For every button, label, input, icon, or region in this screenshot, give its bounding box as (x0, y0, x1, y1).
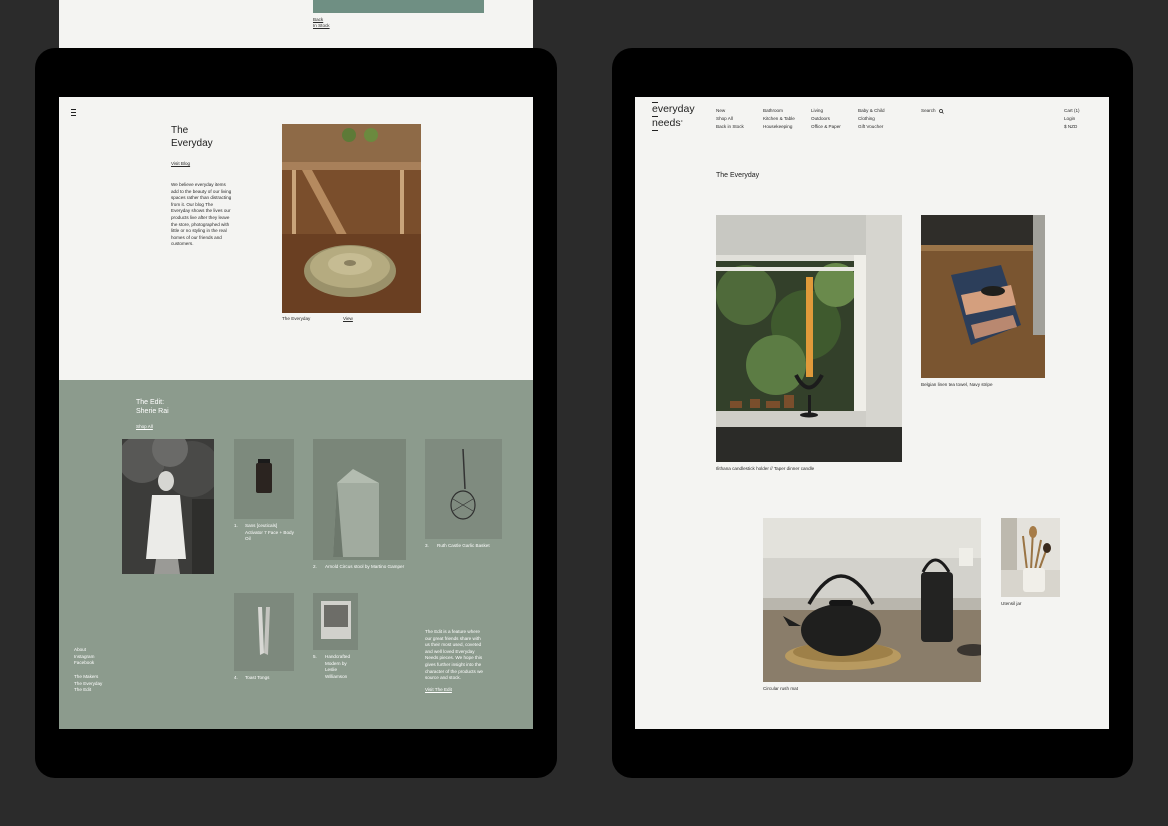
tablet-screen-left: The Everyday Visit Blog We believe every… (59, 97, 533, 729)
photo-teapot-rush-mat[interactable] (763, 518, 981, 682)
in-stock-link[interactable]: In Stock (313, 23, 330, 30)
account-links: Cart (1) Login $ NZD (1064, 107, 1080, 132)
visit-blog-link[interactable]: Visit Blog (171, 161, 190, 168)
nav-link-new[interactable]: New (716, 107, 744, 115)
nav-link-clothing[interactable]: Clothing (858, 115, 885, 123)
footer-link-about[interactable]: About (74, 647, 94, 654)
page-title: The Everyday (716, 172, 760, 179)
visit-edit-link[interactable]: Visit The Edit (425, 687, 452, 694)
product-name-tongs[interactable]: Toast Tongs (245, 675, 269, 682)
background-page-top: Back In Stock (59, 0, 533, 48)
product-number: 1. (234, 523, 238, 528)
currency-selector[interactable]: $ NZD (1064, 123, 1080, 131)
search-label: Search (921, 108, 936, 113)
search-button[interactable]: Search (921, 107, 944, 115)
login-link[interactable]: Login (1064, 115, 1080, 123)
caption-rush-mat: Circular rush mat (763, 686, 798, 691)
product-name-stool[interactable]: Arnold Circus stool by Martino Gamper (325, 564, 404, 571)
edit-paragraph: The Edit is a feature where our great fr… (425, 629, 483, 681)
tablet-screen-right: everyday needs° New Shop All Back in Sto… (635, 97, 1109, 729)
footer-link-everyday[interactable]: The Everyday (74, 681, 102, 688)
portrait-photo (122, 439, 214, 574)
nav-column-shop: New Shop All Back in Stock (716, 107, 744, 132)
edit-title: The Edit: Sherie Rai (136, 399, 169, 415)
product-name-book[interactable]: Handcrafted Modern by Leslie Williamson (325, 654, 350, 680)
nav-column-other: Baby & Child Clothing Gift Voucher (858, 107, 885, 132)
nav-link-gift-voucher[interactable]: Gift Voucher (858, 123, 885, 131)
caption-candlestick: Ilithana candlestick holder // Taper din… (716, 466, 815, 471)
blog-title: The Everyday (171, 125, 213, 149)
footer-links-content: The Makers The Everyday The Edit (74, 674, 102, 694)
product-image-oil[interactable] (234, 439, 294, 519)
feature-photo-table-cushion[interactable] (282, 124, 421, 313)
footer-link-instagram[interactable]: Instagram (74, 654, 94, 661)
nav-column-living: Living Outdoors Office & Paper (811, 107, 841, 132)
product-image-tongs[interactable] (234, 593, 294, 671)
product-number: 2. (313, 564, 317, 569)
feature-caption: The Everyday (282, 316, 311, 321)
product-image-basket[interactable] (425, 439, 502, 539)
nav-link-back-in-stock[interactable]: Back in Stock (716, 123, 744, 131)
nav-link-outdoors[interactable]: Outdoors (811, 115, 841, 123)
nav-link-office-paper[interactable]: Office & Paper (811, 123, 841, 131)
the-edit-section: The Edit: Sherie Rai Shop All 1. Sans [c… (59, 380, 533, 729)
nav-link-living[interactable]: Living (811, 107, 841, 115)
menu-icon[interactable] (71, 109, 76, 117)
nav-link-bathroom[interactable]: Bathroom (763, 107, 795, 115)
nav-link-housekeeping[interactable]: Housekeeping (763, 123, 795, 131)
product-name-oil[interactable]: Sans [ceuticals] Activator 7 Face + Body… (245, 523, 294, 543)
product-image-partial[interactable] (313, 0, 484, 13)
product-number: 3. (425, 543, 429, 548)
blog-paragraph: We believe everyday items add to the bea… (171, 182, 232, 247)
nav-link-shop-all[interactable]: Shop All (716, 115, 744, 123)
caption-tea-towel: Belgian linen tea towel, Navy stripe (921, 382, 993, 387)
product-image-stool[interactable] (313, 439, 406, 560)
product-name-basket[interactable]: Ruth Castle Garlic Basket (437, 543, 490, 550)
photo-candlestick-window[interactable] (716, 215, 902, 462)
footer-link-facebook[interactable]: Facebook (74, 660, 94, 667)
cart-link[interactable]: Cart (1) (1064, 107, 1080, 115)
product-image-book[interactable] (313, 593, 358, 650)
shop-all-link[interactable]: Shop All (136, 424, 153, 431)
caption-utensil-jar: Utensil jar (1001, 601, 1022, 606)
nav-column-home: Bathroom Kitchen & Table Housekeeping (763, 107, 795, 132)
search-icon (938, 108, 944, 114)
footer-link-makers[interactable]: The Makers (74, 674, 102, 681)
feature-view-link[interactable]: View (343, 316, 353, 323)
footer-link-edit[interactable]: The Edit (74, 687, 102, 694)
photo-tea-towel[interactable] (921, 215, 1045, 378)
nav-link-kitchen-table[interactable]: Kitchen & Table (763, 115, 795, 123)
footer-links-social: About Instagram Facebook (74, 647, 94, 667)
product-number: 4. (234, 675, 238, 680)
site-logo[interactable]: everyday needs° (652, 102, 695, 131)
product-number: 5. (313, 654, 317, 659)
nav-link-baby-child[interactable]: Baby & Child (858, 107, 885, 115)
photo-utensil-jar[interactable] (1001, 518, 1060, 597)
